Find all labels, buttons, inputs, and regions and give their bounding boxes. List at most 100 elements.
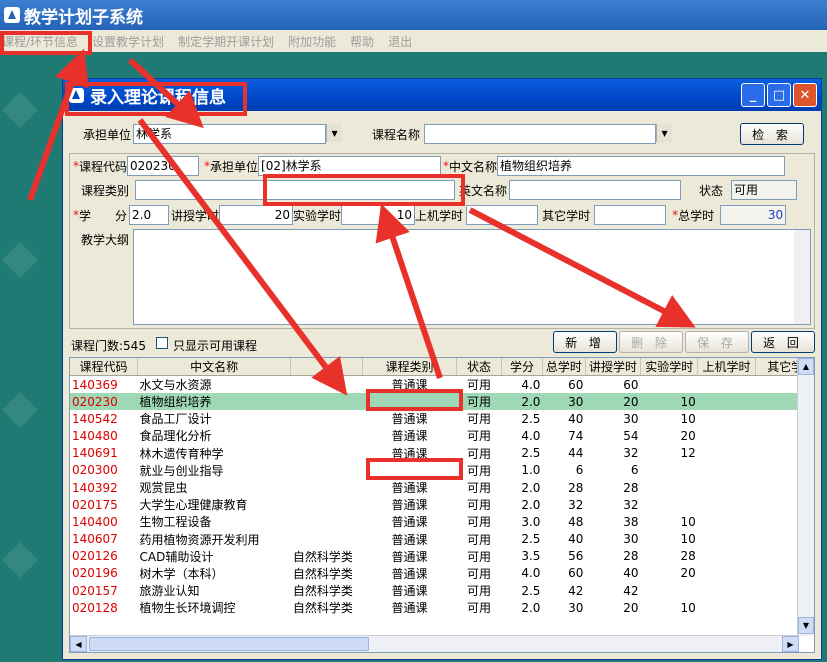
lecture-field[interactable]: 20 [219,205,294,225]
table-cell: 1.0 [521,463,541,478]
table-cell [291,479,363,496]
table-cell: 树木学（本科） [139,566,224,581]
new-button[interactable]: 新 增 [553,331,617,353]
lab-field[interactable]: 10 [341,205,416,225]
column-header[interactable]: 状态 [456,358,503,376]
maximize-button[interactable]: □ [767,83,791,107]
chevron-down-icon[interactable]: ▼ [326,124,343,142]
scroll-right-icon[interactable]: ▶ [782,636,799,652]
menu-item-course-info[interactable]: 课程/环节信息 [2,33,78,50]
scroll-thumb[interactable] [89,637,369,651]
table-cell: 食品工厂设计 [139,412,212,427]
menu-item-semester-plan[interactable]: 制定学期开课计划 [178,33,274,50]
computer-field[interactable] [466,205,539,225]
table-cell: 水文与水资源 [139,378,212,392]
table-cell: 42 [568,583,584,598]
code-field[interactable]: 020230 [127,156,200,176]
table-cell: 48 [568,514,584,529]
table-cell [698,376,755,394]
table-cell [641,376,698,394]
app-title: 教学计划子系统 [24,7,143,28]
table-cell: 20 [680,566,696,581]
menu-item-teaching-plan[interactable]: 设置教学计划 [92,33,164,50]
table-row[interactable]: 020175 大学生心理健康教育 普通课 可用 2.0 32 32 [70,496,814,513]
table-row[interactable]: 020230 植物组织培养 可用 2.0 30 20 10 [70,393,814,411]
column-header[interactable]: 中文名称 [137,358,292,376]
table-row[interactable]: 140542 食品工厂设计 普通课 可用 2.5 40 30 10 [70,410,814,427]
ename-field[interactable] [509,180,682,200]
dept-field[interactable]: [02]林学系 [258,156,442,176]
column-header[interactable]: 总学时 [542,358,586,376]
table-cell: 020128 [72,600,118,615]
table-cell [291,376,363,394]
syllabus-scrollbar[interactable] [794,230,810,324]
table-cell [291,427,363,444]
minimize-button[interactable]: _ [741,83,765,107]
dept-label: 承担单位 [210,159,259,174]
column-header[interactable]: 上机学时 [697,358,756,376]
search-button[interactable]: 检 索 [740,123,805,145]
column-header[interactable]: 讲授学时 [585,358,642,376]
back-button[interactable]: 返 回 [751,331,815,353]
scroll-up-icon[interactable]: ▲ [798,358,814,375]
table-cell: 可用 [467,584,492,599]
close-button[interactable]: ✕ [793,83,817,107]
table-cell: 普通课 [391,549,428,564]
table-cell: 020126 [72,549,118,564]
status-field[interactable]: 可用 [731,180,798,200]
column-header[interactable]: 学分 [501,358,543,376]
table-horizontal-scrollbar[interactable]: ◀ ▶ [70,635,799,652]
syllabus-field[interactable] [133,229,811,325]
table-row[interactable]: 140691 林木遗传育种学 普通课 可用 2.5 44 32 12 [70,445,814,462]
column-header[interactable] [290,358,363,376]
table-cell: 6 [630,463,639,478]
search-course-select[interactable]: ▼ [424,124,673,144]
table-cell [697,393,756,411]
type-field[interactable] [135,180,456,200]
table-cell: 140607 [72,532,118,547]
column-header[interactable]: 课程类别 [362,358,458,376]
table-row[interactable]: 020126 CAD辅助设计 自然科学类 普通课 可用 3.5 56 28 28 [70,548,814,565]
column-header[interactable]: 实验学时 [640,358,699,376]
table-cell [362,462,456,479]
other-field[interactable] [594,205,667,225]
table-row[interactable]: 140607 药用植物资源开发利用 普通课 可用 2.5 40 30 10 [70,531,814,548]
table-cell: 40 [623,566,639,581]
menu-item-help[interactable]: 帮助 [350,33,374,50]
save-button[interactable]: 保 存 [685,331,749,353]
table-cell: 28 [623,549,639,564]
other-label: 其它学时 [542,208,591,223]
table-cell: 32 [568,497,584,512]
column-header[interactable]: 课程代码 [70,358,138,376]
scroll-down-icon[interactable]: ▼ [798,617,814,634]
table-row[interactable]: 140369 水文与水资源 普通课 可用 4.0 60 60 [70,376,814,394]
table-row[interactable]: 020300 就业与创业指导 可用 1.0 6 6 [70,462,814,479]
table-cell: 药用植物资源开发利用 [139,532,260,547]
delete-button[interactable]: 删 除 [619,331,683,353]
table-vertical-scrollbar[interactable]: ▲ ▼ [797,358,814,636]
table-cell: 4.0 [521,377,541,392]
table-cell: 普通课 [391,498,428,513]
cname-field[interactable]: 植物组织培养 [497,156,786,176]
table-row[interactable]: 140392 观赏昆虫 普通课 可用 2.0 28 28 [70,479,814,496]
table-row[interactable]: 020128 植物生长环境调控 自然科学类 普通课 可用 2.0 30 20 10 [70,599,814,616]
table-row[interactable]: 020196 树木学（本科） 自然科学类 普通课 可用 4.0 60 40 20 [70,565,814,582]
search-dept-select[interactable]: 林学系 ▼ [133,124,343,144]
table-cell: 4.0 [521,566,541,581]
menu-item-extra[interactable]: 附加功能 [288,33,336,50]
table-cell: 生物工程设备 [139,515,212,530]
table-row[interactable]: 140480 食品理化分析 普通课 可用 4.0 74 54 20 [70,427,814,444]
table-row[interactable]: 140400 生物工程设备 普通课 可用 3.0 48 38 10 [70,513,814,530]
menu-item-exit[interactable]: 退出 [388,33,412,50]
table-cell: 大学生心理健康教育 [139,498,248,513]
available-only-checkbox[interactable] [156,337,168,349]
table-row[interactable]: 020157 旅游业认知 自然科学类 普通课 可用 2.5 42 42 [70,582,814,599]
search-dept-label: 承担单位 [83,127,132,142]
credit-field[interactable]: 2.0 [129,205,170,225]
table-cell: 可用 [467,429,492,444]
table-cell: 60 [568,377,584,392]
table-cell: 可用 [467,515,492,530]
chevron-down-icon[interactable]: ▼ [656,124,673,142]
table-cell [698,548,755,565]
scroll-left-icon[interactable]: ◀ [70,636,87,652]
